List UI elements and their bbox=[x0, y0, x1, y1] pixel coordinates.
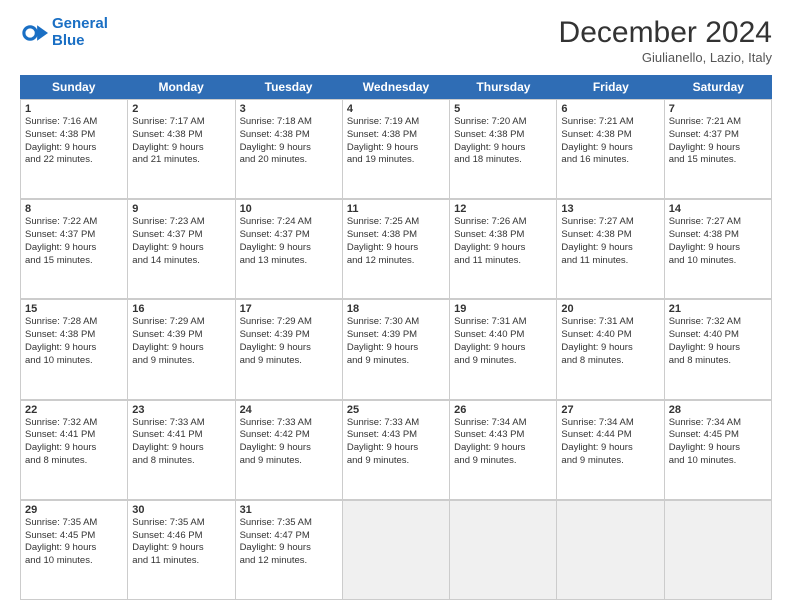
day-11: 11 Sunrise: 7:25 AM Sunset: 4:38 PM Dayl… bbox=[343, 200, 450, 299]
logo-blue: Blue bbox=[52, 32, 85, 49]
header-saturday: Saturday bbox=[665, 75, 772, 99]
logo-text: General Blue bbox=[52, 16, 108, 49]
week-5: 29 Sunrise: 7:35 AM Sunset: 4:45 PM Dayl… bbox=[20, 500, 772, 600]
week-1: 1 Sunrise: 7:16 AM Sunset: 4:38 PM Dayli… bbox=[20, 99, 772, 199]
calendar-body: 1 Sunrise: 7:16 AM Sunset: 4:38 PM Dayli… bbox=[20, 99, 772, 600]
header-friday: Friday bbox=[557, 75, 664, 99]
day-18: 18 Sunrise: 7:30 AM Sunset: 4:39 PM Dayl… bbox=[343, 300, 450, 399]
header-thursday: Thursday bbox=[450, 75, 557, 99]
empty-2 bbox=[450, 501, 557, 600]
day-21: 21 Sunrise: 7:32 AM Sunset: 4:40 PM Dayl… bbox=[665, 300, 772, 399]
logo-icon bbox=[20, 19, 48, 47]
day-29: 29 Sunrise: 7:35 AM Sunset: 4:45 PM Dayl… bbox=[21, 501, 128, 600]
day-27: 27 Sunrise: 7:34 AM Sunset: 4:44 PM Dayl… bbox=[557, 401, 664, 500]
day-16: 16 Sunrise: 7:29 AM Sunset: 4:39 PM Dayl… bbox=[128, 300, 235, 399]
day-7: 7 Sunrise: 7:21 AM Sunset: 4:37 PM Dayli… bbox=[665, 100, 772, 199]
calendar: Sunday Monday Tuesday Wednesday Thursday… bbox=[20, 75, 772, 600]
day-8: 8 Sunrise: 7:22 AM Sunset: 4:37 PM Dayli… bbox=[21, 200, 128, 299]
day-6: 6 Sunrise: 7:21 AM Sunset: 4:38 PM Dayli… bbox=[557, 100, 664, 199]
header-sunday: Sunday bbox=[20, 75, 127, 99]
location: Giulianello, Lazio, Italy bbox=[559, 50, 772, 65]
day-5: 5 Sunrise: 7:20 AM Sunset: 4:38 PM Dayli… bbox=[450, 100, 557, 199]
day-3: 3 Sunrise: 7:18 AM Sunset: 4:38 PM Dayli… bbox=[236, 100, 343, 199]
week-4: 22 Sunrise: 7:32 AM Sunset: 4:41 PM Dayl… bbox=[20, 400, 772, 500]
day-13: 13 Sunrise: 7:27 AM Sunset: 4:38 PM Dayl… bbox=[557, 200, 664, 299]
day-14: 14 Sunrise: 7:27 AM Sunset: 4:38 PM Dayl… bbox=[665, 200, 772, 299]
header-monday: Monday bbox=[127, 75, 234, 99]
day-19: 19 Sunrise: 7:31 AM Sunset: 4:40 PM Dayl… bbox=[450, 300, 557, 399]
title-block: December 2024 Giulianello, Lazio, Italy bbox=[559, 16, 772, 65]
header-tuesday: Tuesday bbox=[235, 75, 342, 99]
day-12: 12 Sunrise: 7:26 AM Sunset: 4:38 PM Dayl… bbox=[450, 200, 557, 299]
day-23: 23 Sunrise: 7:33 AM Sunset: 4:41 PM Dayl… bbox=[128, 401, 235, 500]
day-9: 9 Sunrise: 7:23 AM Sunset: 4:37 PM Dayli… bbox=[128, 200, 235, 299]
header: General Blue December 2024 Giulianello, … bbox=[20, 16, 772, 65]
day-24: 24 Sunrise: 7:33 AM Sunset: 4:42 PM Dayl… bbox=[236, 401, 343, 500]
logo: General Blue bbox=[20, 16, 108, 49]
calendar-header: Sunday Monday Tuesday Wednesday Thursday… bbox=[20, 75, 772, 99]
day-15: 15 Sunrise: 7:28 AM Sunset: 4:38 PM Dayl… bbox=[21, 300, 128, 399]
week-2: 8 Sunrise: 7:22 AM Sunset: 4:37 PM Dayli… bbox=[20, 199, 772, 299]
day-20: 20 Sunrise: 7:31 AM Sunset: 4:40 PM Dayl… bbox=[557, 300, 664, 399]
day-26: 26 Sunrise: 7:34 AM Sunset: 4:43 PM Dayl… bbox=[450, 401, 557, 500]
empty-3 bbox=[557, 501, 664, 600]
day-4: 4 Sunrise: 7:19 AM Sunset: 4:38 PM Dayli… bbox=[343, 100, 450, 199]
week-3: 15 Sunrise: 7:28 AM Sunset: 4:38 PM Dayl… bbox=[20, 299, 772, 399]
day-10: 10 Sunrise: 7:24 AM Sunset: 4:37 PM Dayl… bbox=[236, 200, 343, 299]
empty-4 bbox=[665, 501, 772, 600]
page: General Blue December 2024 Giulianello, … bbox=[0, 0, 792, 612]
day-22: 22 Sunrise: 7:32 AM Sunset: 4:41 PM Dayl… bbox=[21, 401, 128, 500]
header-wednesday: Wednesday bbox=[342, 75, 449, 99]
day-1: 1 Sunrise: 7:16 AM Sunset: 4:38 PM Dayli… bbox=[21, 100, 128, 199]
day-28: 28 Sunrise: 7:34 AM Sunset: 4:45 PM Dayl… bbox=[665, 401, 772, 500]
day-31: 31 Sunrise: 7:35 AM Sunset: 4:47 PM Dayl… bbox=[236, 501, 343, 600]
logo-general: General bbox=[52, 15, 108, 32]
day-2: 2 Sunrise: 7:17 AM Sunset: 4:38 PM Dayli… bbox=[128, 100, 235, 199]
day-17: 17 Sunrise: 7:29 AM Sunset: 4:39 PM Dayl… bbox=[236, 300, 343, 399]
month-title: December 2024 bbox=[559, 16, 772, 50]
day-30: 30 Sunrise: 7:35 AM Sunset: 4:46 PM Dayl… bbox=[128, 501, 235, 600]
day-25: 25 Sunrise: 7:33 AM Sunset: 4:43 PM Dayl… bbox=[343, 401, 450, 500]
empty-1 bbox=[343, 501, 450, 600]
